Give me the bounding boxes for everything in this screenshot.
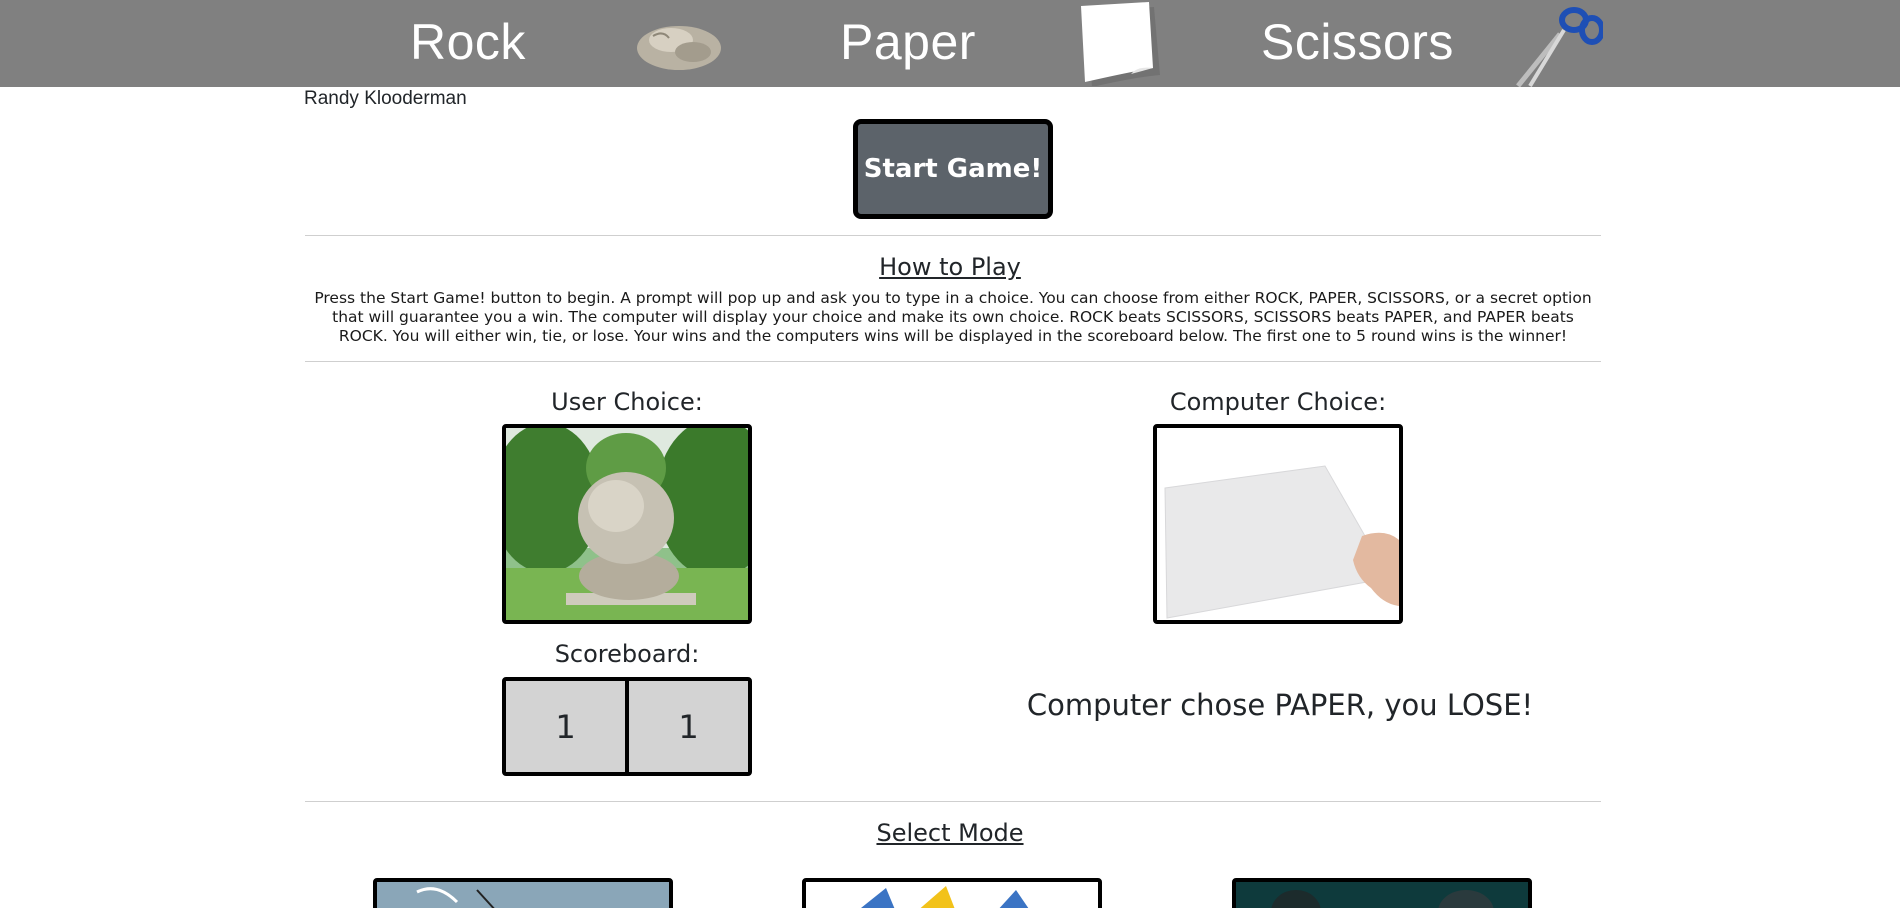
paper-icon	[1081, 2, 1160, 86]
round-result-text: Computer chose PAPER, you LOSE!	[1026, 688, 1534, 722]
computer-score: 1	[625, 681, 748, 772]
user-score: 1	[506, 681, 625, 772]
rock-icon	[637, 26, 721, 70]
divider	[305, 361, 1601, 362]
divider	[305, 801, 1601, 802]
select-mode-title: Select Mode	[876, 819, 1024, 847]
header-scissors-label: Scissors	[1261, 14, 1454, 70]
divider	[305, 235, 1601, 236]
author-name: Randy Klooderman	[304, 88, 467, 109]
scoreboard-label: Scoreboard:	[554, 640, 700, 668]
user-choice-label: User Choice:	[551, 388, 703, 416]
mode-dark-image	[1271, 890, 1494, 908]
computer-choice-image	[1153, 424, 1403, 624]
header-rock-label: Rock	[410, 14, 526, 70]
mode-comic-image	[416, 887, 495, 908]
user-choice-image	[502, 424, 752, 624]
mode-card-pokemon[interactable]	[802, 878, 1102, 908]
paper-photo	[1157, 428, 1399, 620]
mode-pokemon-image	[861, 886, 1029, 908]
rock-photo	[506, 428, 748, 620]
mode-card-dark[interactable]	[1232, 878, 1532, 908]
how-to-play-text: Press the Start Game! button to begin. A…	[314, 289, 1592, 345]
scissors-icon	[1516, 7, 1603, 87]
scoreboard: 1 1	[502, 677, 752, 776]
computer-choice-label: Computer Choice:	[1169, 388, 1387, 416]
start-game-button[interactable]: Start Game!	[853, 119, 1053, 219]
mode-card-comic[interactable]	[373, 878, 673, 908]
header-bar: Rock Paper Scissors	[0, 0, 1900, 87]
how-to-play-title: How to Play	[879, 253, 1021, 281]
header-paper-label: Paper	[840, 14, 976, 70]
